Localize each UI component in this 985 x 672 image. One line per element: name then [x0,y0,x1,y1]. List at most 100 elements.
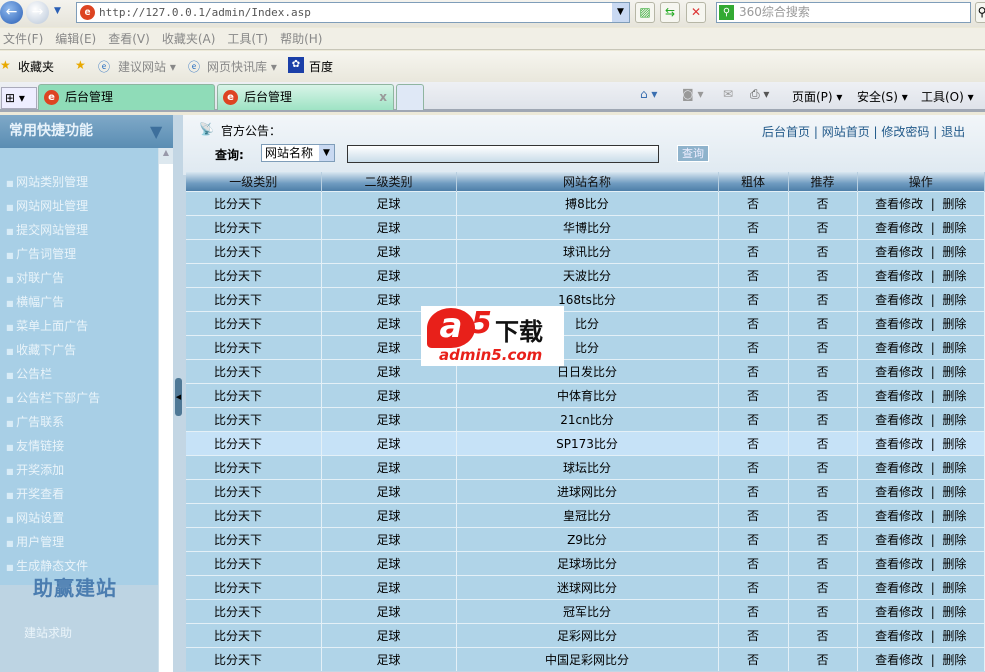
edit-link[interactable]: 查看修改 [875,581,923,595]
collapse-arrow-icon[interactable]: ▼ [150,115,162,148]
tab-admin-2-active[interactable]: e 后台管理 x [217,84,394,110]
delete-link[interactable]: 删除 [942,293,966,307]
safety-menu[interactable]: 安全(S) ▾ [857,88,908,105]
page-menu[interactable]: 页面(P) ▾ [792,88,842,105]
delete-link[interactable]: 删除 [942,197,966,211]
search-input[interactable]: ⚲ 360综合搜索 [716,2,971,23]
forward-button[interactable]: → [26,1,49,24]
help-link[interactable]: 建站求助 [24,624,72,641]
sidebar-item[interactable]: ■ 公告栏 [6,365,52,382]
home-icon[interactable]: ⌂ ▾ [640,87,657,101]
delete-link[interactable]: 删除 [942,413,966,427]
delete-link[interactable]: 删除 [942,317,966,331]
url-dropdown-icon[interactable]: ▼ [612,3,629,22]
edit-link[interactable]: 查看修改 [875,557,923,571]
edit-link[interactable]: 查看修改 [875,509,923,523]
delete-link[interactable]: 删除 [942,365,966,379]
rss-icon[interactable]: ◙ ▾ [682,87,703,101]
quick-tabs-button[interactable]: ⊞ ▾ [1,87,37,109]
edit-link[interactable]: 查看修改 [875,365,923,379]
delete-link[interactable]: 删除 [942,509,966,523]
delete-link[interactable]: 删除 [942,557,966,571]
sidebar-item[interactable]: ■ 友情链接 [6,437,64,454]
collapse-sidebar-handle[interactable]: ◀ [175,378,182,416]
sidebar-item[interactable]: ■ 公告栏下部广告 [6,389,100,406]
edit-link[interactable]: 查看修改 [875,389,923,403]
sidebar-item[interactable]: ■ 对联广告 [6,269,64,286]
change-password-link[interactable]: 修改密码 [881,125,929,139]
sidebar-item[interactable]: ■ 菜单上面广告 [6,317,88,334]
menu-favorites[interactable]: 收藏夹(A) [159,28,225,50]
edit-link[interactable]: 查看修改 [875,293,923,307]
edit-link[interactable]: 查看修改 [875,653,923,667]
delete-link[interactable]: 删除 [942,245,966,259]
site-home-link[interactable]: 网站首页 [822,125,870,139]
edit-link[interactable]: 查看修改 [875,245,923,259]
delete-link[interactable]: 删除 [942,605,966,619]
compat-view-button[interactable]: ▨ [635,2,655,23]
sidebar-item[interactable]: ■ 提交网站管理 [6,221,88,238]
menu-tools[interactable]: 工具(T) [224,28,277,50]
suggested-sites-link[interactable]: 建议网站 ▾ [118,58,176,75]
menu-file[interactable]: 文件(F) [0,28,52,50]
sidebar-item[interactable]: ■ 收藏下广告 [6,341,76,358]
add-favorite-icon[interactable]: ★ [75,58,86,72]
query-input[interactable] [347,145,659,163]
menu-edit[interactable]: 编辑(E) [52,28,105,50]
edit-link[interactable]: 查看修改 [875,221,923,235]
delete-link[interactable]: 删除 [942,461,966,475]
sidebar-item[interactable]: ■ 广告词管理 [6,245,76,262]
back-button[interactable]: ← [0,1,23,24]
delete-link[interactable]: 删除 [942,653,966,667]
delete-link[interactable]: 删除 [942,581,966,595]
mail-icon[interactable]: ✉ [723,87,733,101]
tab-admin-1[interactable]: e 后台管理 [38,84,215,110]
edit-link[interactable]: 查看修改 [875,341,923,355]
sidebar-item[interactable]: ■ 用户管理 [6,533,64,550]
delete-link[interactable]: 删除 [942,629,966,643]
menu-help[interactable]: 帮助(H) [277,28,331,50]
delete-link[interactable]: 删除 [942,341,966,355]
favorites-button[interactable]: 收藏夹 [18,58,54,75]
edit-link[interactable]: 查看修改 [875,533,923,547]
sidebar-item[interactable]: ■ 网站网址管理 [6,197,88,214]
print-icon[interactable]: ⎙ ▾ [750,87,769,102]
refresh-button[interactable]: ⇆ [660,2,680,23]
sidebar-scrollbar[interactable]: ▲ [158,148,173,672]
delete-link[interactable]: 删除 [942,269,966,283]
search-button[interactable]: ⚲ [975,2,985,23]
menu-view[interactable]: 查看(V) [105,28,159,50]
stop-button[interactable]: ✕ [686,2,706,23]
close-tab-icon[interactable]: x [379,85,387,109]
sidebar-item[interactable]: ■ 广告联系 [6,413,64,430]
delete-link[interactable]: 删除 [942,485,966,499]
edit-link[interactable]: 查看修改 [875,461,923,475]
logout-link[interactable]: 退出 [941,125,965,139]
history-dropdown-icon[interactable]: ▼ [54,6,61,16]
edit-link[interactable]: 查看修改 [875,605,923,619]
scroll-up-icon[interactable]: ▲ [159,148,173,164]
edit-link[interactable]: 查看修改 [875,629,923,643]
new-tab-button[interactable] [396,84,424,110]
sidebar-item[interactable]: ■ 开奖添加 [6,461,64,478]
query-field-select[interactable]: 网站名称 ▼ [261,144,335,162]
edit-link[interactable]: 查看修改 [875,413,923,427]
sidebar-item[interactable]: ■ 横幅广告 [6,293,64,310]
delete-link[interactable]: 删除 [942,437,966,451]
sidebar-item[interactable]: ■ 网站设置 [6,509,64,526]
tools-menu[interactable]: 工具(O) ▾ [921,88,974,105]
edit-link[interactable]: 查看修改 [875,317,923,331]
delete-link[interactable]: 删除 [942,533,966,547]
sidebar-item[interactable]: ■ 开奖查看 [6,485,64,502]
edit-link[interactable]: 查看修改 [875,197,923,211]
query-button[interactable]: 查询 [677,145,709,162]
delete-link[interactable]: 删除 [942,221,966,235]
delete-link[interactable]: 删除 [942,389,966,403]
web-slice-link[interactable]: 网页快讯库 ▾ [207,58,277,75]
baidu-link[interactable]: 百度 [309,58,333,75]
url-input[interactable]: e http://127.0.0.1/admin/Index.asp [76,2,630,23]
admin-home-link[interactable]: 后台首页 [762,125,810,139]
edit-link[interactable]: 查看修改 [875,269,923,283]
edit-link[interactable]: 查看修改 [875,437,923,451]
edit-link[interactable]: 查看修改 [875,485,923,499]
